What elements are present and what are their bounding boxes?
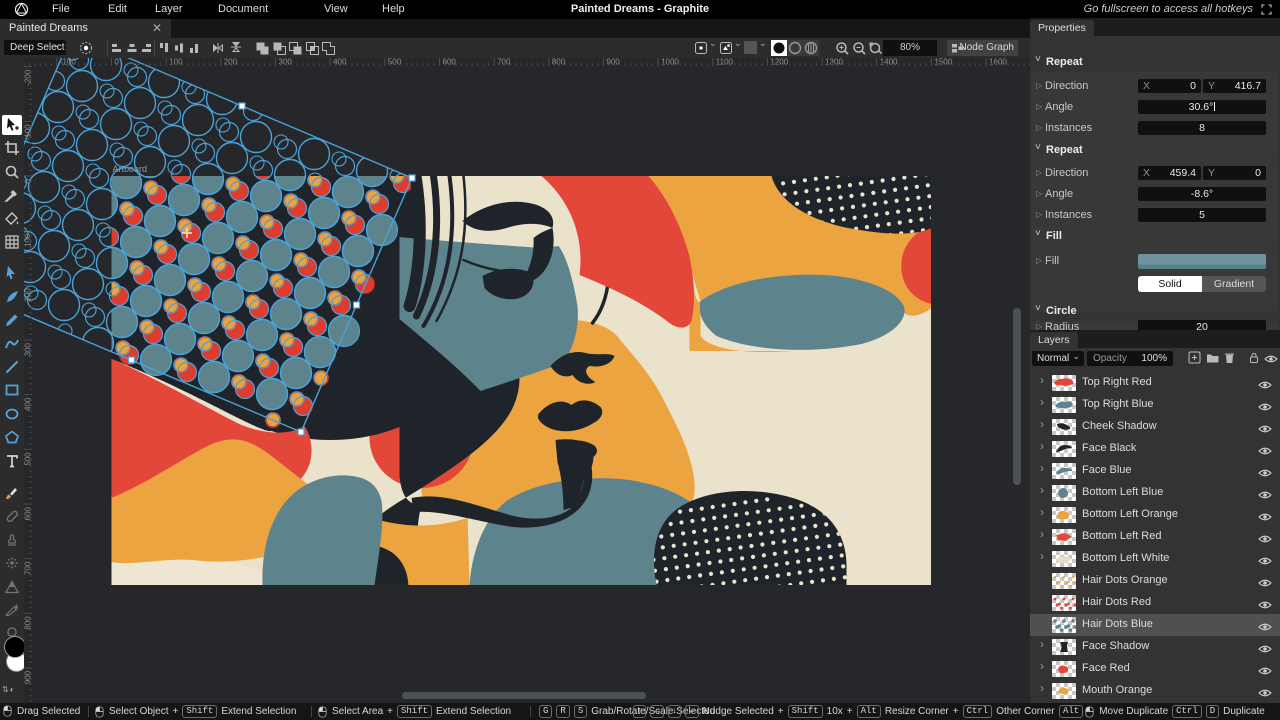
svg-text:500: 500 (24, 452, 33, 466)
svg-text:200: 200 (24, 288, 33, 302)
svg-text:0: 0 (24, 178, 33, 183)
svg-text:300: 300 (24, 342, 33, 356)
svg-text:600: 600 (24, 506, 33, 520)
svg-text:100: 100 (24, 233, 33, 247)
svg-text:700: 700 (24, 561, 33, 575)
svg-text:800: 800 (24, 616, 33, 630)
svg-text:900: 900 (24, 670, 33, 684)
svg-text:400: 400 (24, 397, 33, 411)
